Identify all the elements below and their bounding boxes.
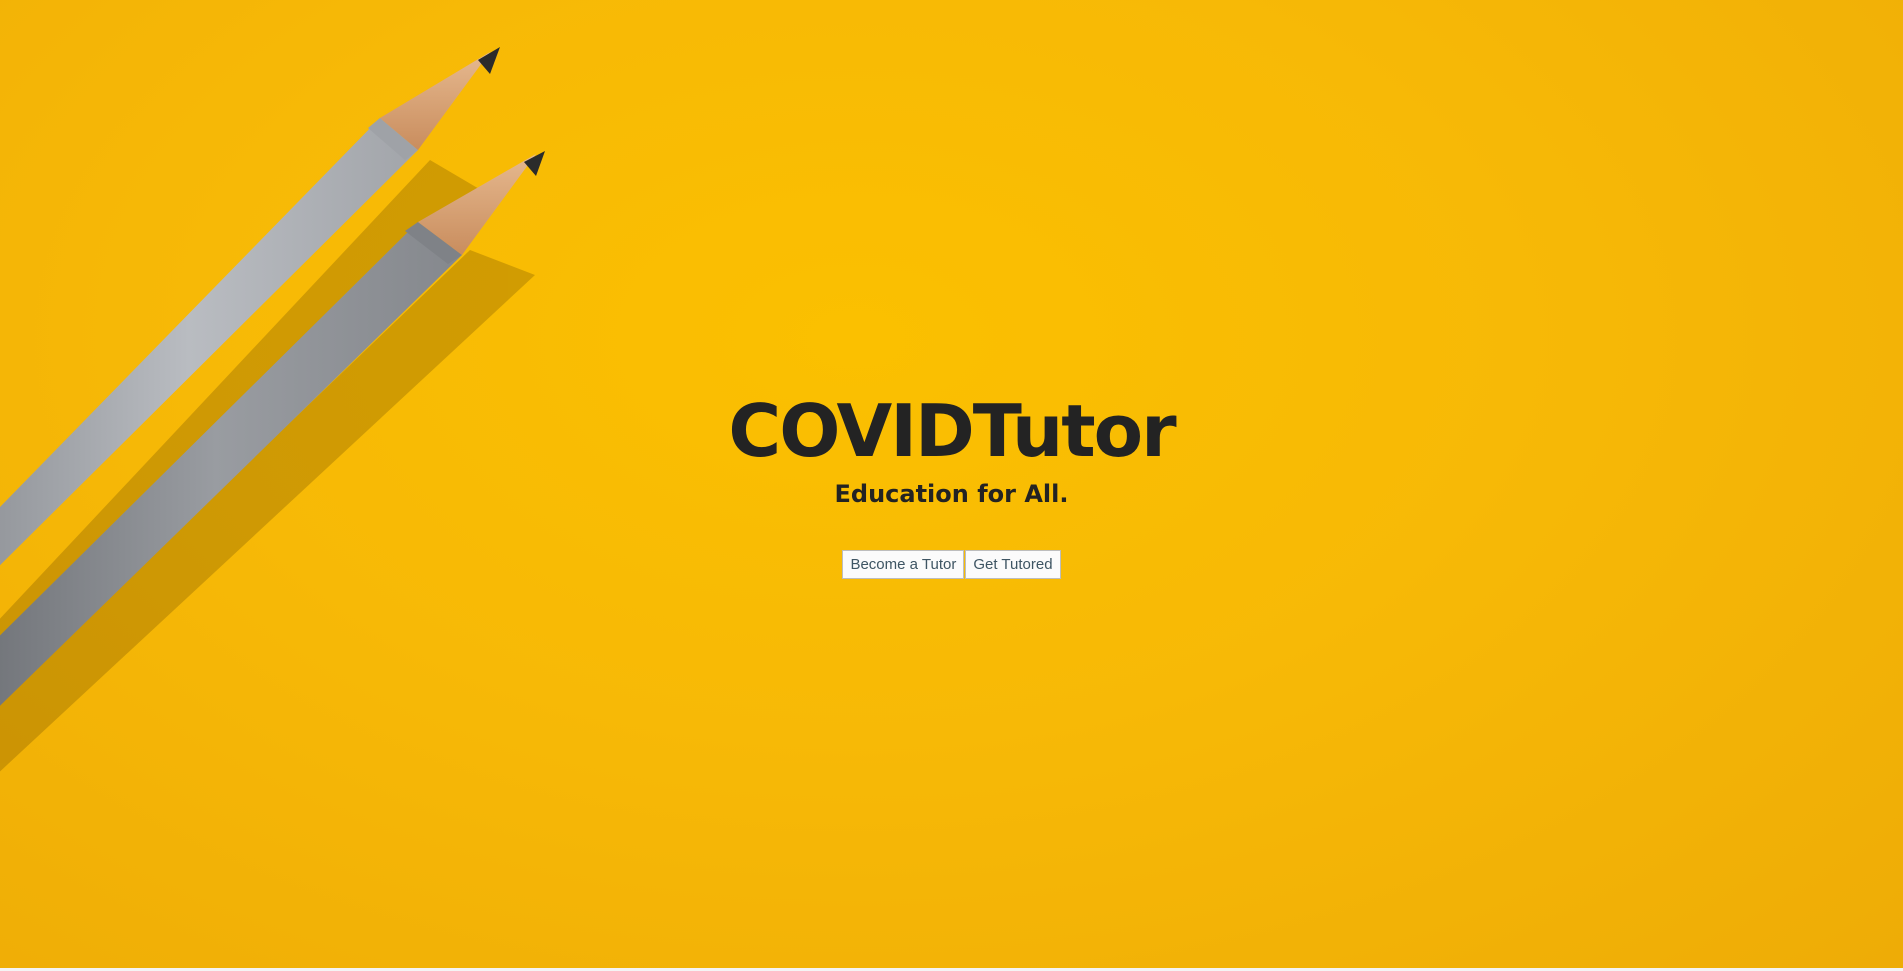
cta-button-group: Become a Tutor Get Tutored (0, 550, 1903, 579)
site-title: COVIDTutor (728, 389, 1176, 473)
become-tutor-button[interactable]: Become a Tutor (842, 550, 965, 579)
get-tutored-button[interactable]: Get Tutored (965, 550, 1061, 579)
tagline: Education for All. (834, 480, 1069, 508)
hero-section: COVIDTutor Education for All. Become a T… (0, 0, 1903, 968)
hero-content: COVIDTutor Education for All. Become a T… (0, 388, 1903, 579)
